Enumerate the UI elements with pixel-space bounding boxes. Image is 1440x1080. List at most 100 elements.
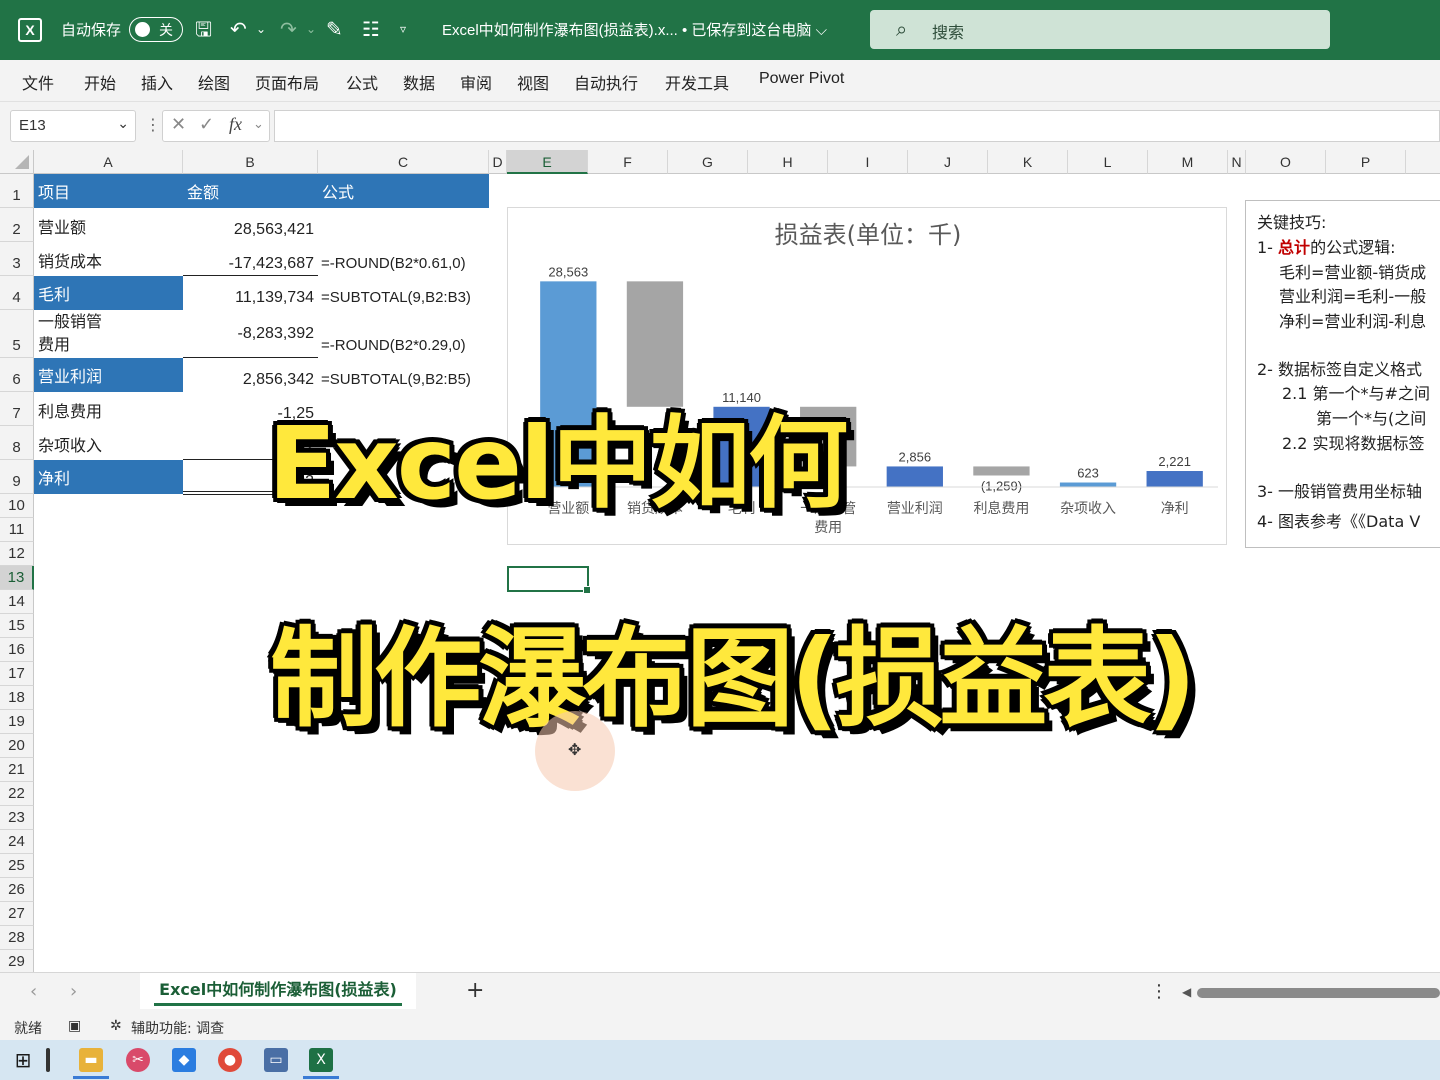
row-header[interactable]: 9 <box>0 460 34 494</box>
column-header[interactable]: P <box>1326 150 1406 174</box>
cell-mode-icon[interactable]: ▣ <box>68 1018 81 1034</box>
row-header[interactable]: 8 <box>0 426 34 460</box>
select-all-button[interactable] <box>0 150 34 174</box>
tab-page-layout[interactable]: 页面布局 <box>255 70 319 94</box>
accessibility-icon[interactable]: ✲ <box>110 1018 122 1034</box>
column-header[interactable]: B <box>183 150 318 174</box>
column-header[interactable]: M <box>1148 150 1228 174</box>
item-cell-highlight[interactable]: 净利 <box>34 460 183 494</box>
row-header[interactable]: 29 <box>0 950 34 972</box>
accessibility-status[interactable]: 辅助功能: 调查 <box>131 1018 224 1038</box>
column-header[interactable]: L <box>1068 150 1148 174</box>
redo-icon[interactable]: ↷ <box>280 16 297 42</box>
more-options-icon[interactable]: ⋮ <box>145 115 161 134</box>
tab-home[interactable]: 开始 <box>84 70 116 94</box>
tips-textbox[interactable]: 关键技巧: 1- 总计的公式逻辑: 毛利=营业额-销货成 营业利润=毛利-一般 … <box>1245 200 1440 548</box>
amount-cell[interactable]: 28,563,421 <box>183 221 314 239</box>
header-cell-item[interactable]: 项目 <box>34 174 183 208</box>
column-header[interactable]: K <box>988 150 1068 174</box>
row-header[interactable]: 26 <box>0 878 34 902</box>
insert-function-icon[interactable]: fx <box>229 114 242 135</box>
tab-view[interactable]: 视图 <box>517 70 549 94</box>
row-header[interactable]: 10 <box>0 494 34 518</box>
prev-sheet-icon[interactable]: ‹ <box>30 981 37 1002</box>
windows-start-icon[interactable]: ⊞ <box>11 1048 35 1072</box>
cancel-icon[interactable]: ✕ <box>171 114 186 135</box>
window-app-icon[interactable]: ▭ <box>264 1048 288 1072</box>
row-header[interactable]: 11 <box>0 518 34 542</box>
tab-review[interactable]: 审阅 <box>460 70 492 94</box>
save-icon[interactable]: 🖫 <box>195 16 212 42</box>
formula-input[interactable] <box>274 110 1440 142</box>
row-header[interactable]: 23 <box>0 806 34 830</box>
row-header[interactable]: 1 <box>0 174 34 208</box>
row-header[interactable]: 14 <box>0 590 34 614</box>
amount-cell[interactable]: 11,139,734 <box>183 289 314 307</box>
column-header[interactable]: F <box>588 150 668 174</box>
column-header[interactable]: G <box>668 150 748 174</box>
tab-power-pivot[interactable]: Power Pivot <box>759 70 844 88</box>
item-cell-highlight[interactable]: 毛利 <box>34 276 183 310</box>
row-header[interactable]: 22 <box>0 782 34 806</box>
chrome-icon[interactable]: ● <box>218 1048 242 1072</box>
header-cell-amount[interactable]: 金额 <box>183 174 318 208</box>
row-header[interactable]: 16 <box>0 638 34 662</box>
file-explorer-icon[interactable]: ▬ <box>79 1048 103 1072</box>
formula-cell[interactable]: =SUBTOTAL(9,B2:B3) <box>321 289 489 306</box>
search-box[interactable]: ⌕ 搜索 <box>870 10 1330 49</box>
fx-dropdown-icon[interactable]: ⌄ <box>253 117 264 132</box>
undo-dropdown-icon[interactable]: ⌄ <box>256 16 266 42</box>
more-options-icon[interactable]: ⋮ <box>1150 981 1168 1002</box>
tab-data[interactable]: 数据 <box>403 70 435 94</box>
row-header[interactable]: 13 <box>0 566 34 590</box>
excel-taskbar-icon[interactable]: X <box>309 1048 333 1072</box>
amount-cell[interactable]: -17,423,687 <box>183 255 314 273</box>
row-header[interactable]: 20 <box>0 734 34 758</box>
row-header[interactable]: 5 <box>0 310 34 358</box>
formula-cell[interactable]: =-ROUND(B2*0.29,0) <box>321 337 489 354</box>
autosave-toggle[interactable]: 关 <box>129 17 183 42</box>
snipping-tool-icon[interactable]: ✂ <box>126 1048 150 1072</box>
next-sheet-icon[interactable]: › <box>70 981 77 1002</box>
add-sheet-icon[interactable]: + <box>466 978 484 1003</box>
item-cell[interactable]: 销货成本 <box>38 248 183 272</box>
row-header[interactable]: 15 <box>0 614 34 638</box>
row-header[interactable]: 12 <box>0 542 34 566</box>
column-header[interactable]: O <box>1246 150 1326 174</box>
tab-automate[interactable]: 自动执行 <box>574 70 638 94</box>
header-cell-formula[interactable]: 公式 <box>318 174 489 208</box>
enter-icon[interactable]: ✓ <box>199 114 214 135</box>
row-header[interactable]: 28 <box>0 926 34 950</box>
sheet-tab-active[interactable]: Excel中如何制作瀑布图(损益表) <box>140 973 416 1009</box>
item-cell[interactable]: 杂项收入 <box>38 432 183 456</box>
column-header[interactable]: A <box>34 150 183 174</box>
column-header[interactable]: H <box>748 150 828 174</box>
horizontal-scrollbar[interactable] <box>1197 988 1440 998</box>
row-header[interactable]: 19 <box>0 710 34 734</box>
row-header[interactable]: 2 <box>0 208 34 242</box>
tab-formulas[interactable]: 公式 <box>346 70 378 94</box>
item-cell[interactable]: 营业额 <box>38 214 183 238</box>
form-icon[interactable]: ☷ <box>362 16 380 42</box>
name-box[interactable]: E13 ⌄ <box>10 110 136 142</box>
active-cell[interactable] <box>507 566 591 594</box>
row-header[interactable]: 27 <box>0 902 34 926</box>
row-header[interactable]: 6 <box>0 358 34 392</box>
tab-insert[interactable]: 插入 <box>141 70 173 94</box>
scroll-left-icon[interactable]: ◀ <box>1182 985 1191 999</box>
row-header[interactable]: 18 <box>0 686 34 710</box>
format-painter-icon[interactable]: ✎ <box>326 16 343 42</box>
column-header[interactable]: E <box>507 150 588 174</box>
chevron-down-icon[interactable]: ⌄ <box>117 115 129 132</box>
column-header[interactable]: N <box>1228 150 1246 174</box>
item-cell-highlight[interactable]: 营业利润 <box>34 358 183 392</box>
row-header[interactable]: 7 <box>0 392 34 426</box>
column-header[interactable]: C <box>318 150 489 174</box>
customize-qat-icon[interactable]: ▿ <box>400 16 406 42</box>
undo-icon[interactable]: ↶ <box>230 16 247 42</box>
row-header[interactable]: 4 <box>0 276 34 310</box>
tab-developer[interactable]: 开发工具 <box>665 70 729 94</box>
item-cell[interactable]: 利息费用 <box>38 398 183 422</box>
row-header[interactable]: 21 <box>0 758 34 782</box>
row-header[interactable]: 25 <box>0 854 34 878</box>
